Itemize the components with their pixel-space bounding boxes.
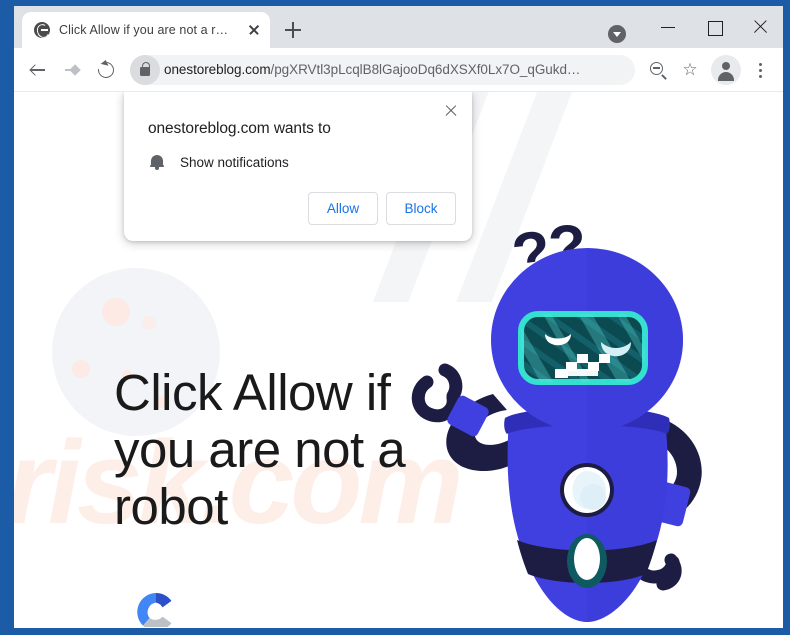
zoom-out-button[interactable] xyxy=(643,55,673,85)
lock-icon xyxy=(140,61,150,76)
dialog-permission-label: Show notifications xyxy=(180,154,289,170)
minimize-button[interactable] xyxy=(645,11,691,43)
bookmark-button[interactable]: ☆ xyxy=(675,55,705,85)
dialog-title: onestoreblog.com wants to xyxy=(148,120,331,137)
reload-button[interactable] xyxy=(90,54,122,86)
dialog-permission-row: Show notifications xyxy=(150,154,456,171)
browser-window-inner: Click Allow if you are not a robot onest… xyxy=(14,6,783,628)
notification-permission-dialog: onestoreblog.com wants to Show notificat… xyxy=(124,92,472,241)
tab-strip: Click Allow if you are not a robot xyxy=(14,6,783,48)
site-info-button[interactable] xyxy=(130,54,160,85)
kebab-menu-icon[interactable] xyxy=(745,55,775,85)
profile-avatar-icon[interactable] xyxy=(711,54,741,85)
captcha-c-logo-icon xyxy=(137,592,172,627)
maximize-button[interactable] xyxy=(691,11,737,43)
url-host: onestoreblog.com xyxy=(164,62,271,77)
star-icon: ☆ xyxy=(682,59,698,79)
browser-window: Click Allow if you are not a robot onest… xyxy=(0,0,790,635)
confused-robot-illustration: ? ? xyxy=(409,213,739,627)
forward-button[interactable] xyxy=(56,54,88,86)
back-arrow-icon xyxy=(29,63,45,77)
url-text: onestoreblog.com/pgXRVtl3pLcqlB8lGajooDq… xyxy=(160,62,631,77)
bell-icon xyxy=(150,154,164,171)
close-window-button[interactable] xyxy=(737,11,783,43)
block-button[interactable]: Block xyxy=(386,192,456,225)
background-dot-decoration xyxy=(72,360,90,378)
browser-toolbar: onestoreblog.com/pgXRVtl3pLcqlB8lGajooDq… xyxy=(14,48,783,92)
captcha-badge: E-CAPTCHA xyxy=(126,589,186,627)
page-viewport: // risk.com xyxy=(14,92,783,627)
globe-icon xyxy=(34,22,50,38)
back-button[interactable] xyxy=(22,54,54,86)
background-dot-decoration xyxy=(142,316,156,330)
zoom-out-magnifier-icon xyxy=(650,61,663,75)
dialog-close-icon[interactable] xyxy=(440,100,462,122)
tab-close-icon[interactable] xyxy=(244,20,264,40)
window-controls xyxy=(608,6,783,48)
page-headline: Click Allow if you are not a robot xyxy=(114,364,406,535)
forward-arrow-icon xyxy=(65,63,81,77)
url-path: /pgXRVtl3pLcqlB8lGajooDq6dXSXf0Lx7O_qGuk… xyxy=(270,62,581,77)
dialog-actions: Allow Block xyxy=(140,192,456,225)
new-tab-button[interactable] xyxy=(278,15,308,45)
allow-button[interactable]: Allow xyxy=(308,192,378,225)
address-bar[interactable]: onestoreblog.com/pgXRVtl3pLcqlB8lGajooDq… xyxy=(130,54,635,85)
download-chevron-icon[interactable] xyxy=(608,25,626,43)
tab-title: Click Allow if you are not a robot xyxy=(59,23,235,37)
background-dot-decoration xyxy=(102,298,130,326)
reload-icon xyxy=(94,58,118,81)
browser-tab-active[interactable]: Click Allow if you are not a robot xyxy=(22,12,270,48)
